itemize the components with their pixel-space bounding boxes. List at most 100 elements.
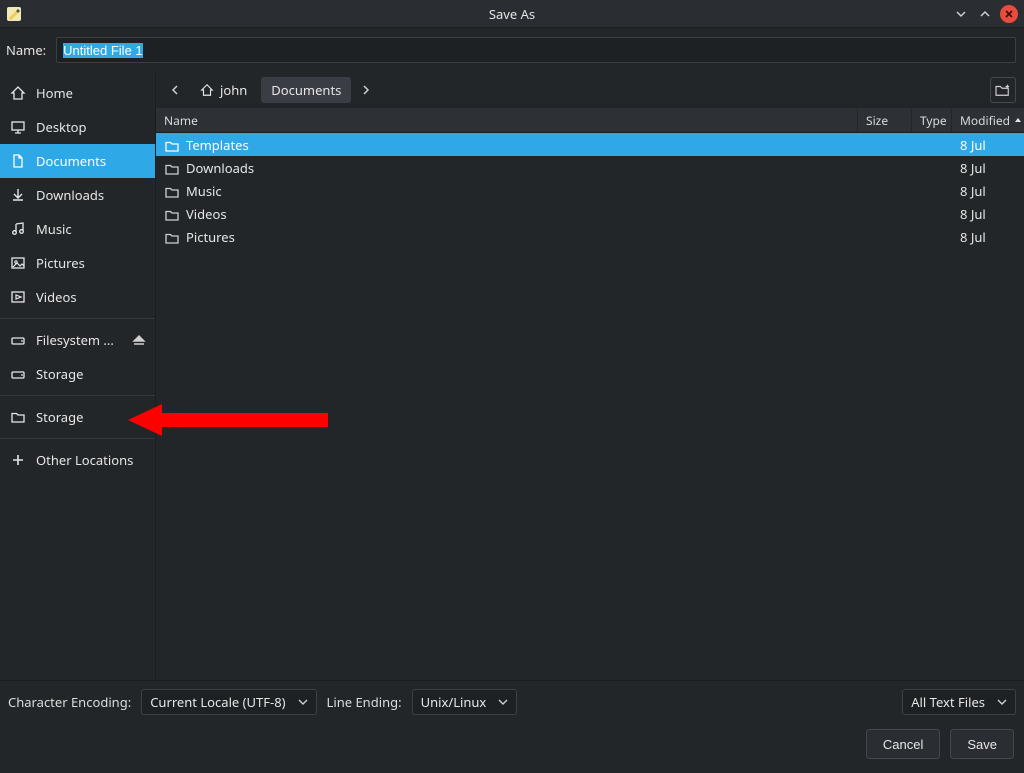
documents-icon: [10, 153, 26, 169]
column-header-type[interactable]: Type: [912, 108, 952, 132]
videos-icon: [10, 289, 26, 305]
sidebar-separator: [0, 438, 155, 439]
file-name-label: Templates: [186, 136, 249, 154]
sidebar-item-other-locations[interactable]: Other Locations: [0, 443, 155, 477]
line-ending-combobox[interactable]: Unix/Linux: [412, 689, 518, 715]
column-header-name[interactable]: Name: [156, 108, 858, 132]
file-list-body[interactable]: Templates8 JulDownloads8 JulMusic8 JulVi…: [156, 132, 1024, 680]
file-list-header: Name Size Type Modified: [156, 108, 1024, 132]
filename-row: Name:: [0, 28, 1024, 72]
dialog-footer: Character Encoding: Current Locale (UTF-…: [0, 680, 1024, 773]
sidebar-item-pictures[interactable]: Pictures: [0, 246, 155, 280]
create-folder-button[interactable]: [990, 77, 1016, 103]
sidebar-item-label: Desktop: [36, 118, 145, 136]
eject-icon[interactable]: [131, 333, 145, 347]
main-area: HomeDesktopDocumentsDownloadsMusicPictur…: [0, 72, 1024, 680]
file-cell-modified: 8 Jul: [952, 159, 1024, 177]
pictures-icon: [10, 255, 26, 271]
file-cell-name: Templates: [156, 136, 858, 154]
sidebar-item-music[interactable]: Music: [0, 212, 155, 246]
folder-icon: [164, 230, 178, 244]
sidebar-item-videos[interactable]: Videos: [0, 280, 155, 314]
filename-label: Name:: [6, 41, 46, 59]
sidebar-item-label: Downloads: [36, 186, 145, 204]
minimize-button[interactable]: [952, 5, 970, 23]
folder-icon: [164, 138, 178, 152]
sidebar-item-storage[interactable]: Storage: [0, 357, 155, 391]
footer-buttons-row: Cancel Save: [0, 723, 1024, 773]
sidebar-item-documents[interactable]: Documents: [0, 144, 155, 178]
cancel-button[interactable]: Cancel: [866, 729, 940, 759]
file-row[interactable]: Templates 8 Jul: [156, 133, 1024, 156]
sidebar-item-label: Documents: [36, 152, 145, 170]
sort-ascending-icon: [1014, 116, 1022, 124]
file-panel: john Documents Name Size Type Modified T: [156, 72, 1024, 680]
filename-input[interactable]: [56, 37, 1016, 63]
file-cell-name: Videos: [156, 205, 858, 223]
footer-options-row: Character Encoding: Current Locale (UTF-…: [0, 681, 1024, 723]
home-icon: [200, 83, 214, 97]
file-row[interactable]: Downloads 8 Jul: [156, 156, 1024, 179]
folder-icon: [164, 207, 178, 221]
sidebar-item-filesystem-[interactable]: Filesystem ...: [0, 323, 155, 357]
sidebar-item-label: Storage: [36, 365, 145, 383]
filetype-filter-combobox[interactable]: All Text Files: [902, 689, 1016, 715]
chevron-down-icon: [498, 698, 508, 706]
breadcrumb-documents[interactable]: Documents: [261, 77, 351, 103]
folder-icon: [10, 409, 26, 425]
line-ending-label: Line Ending:: [327, 693, 402, 711]
column-header-type-label: Type: [920, 112, 947, 129]
chevron-down-icon: [298, 698, 308, 706]
sidebar-item-home[interactable]: Home: [0, 76, 155, 110]
sidebar-item-downloads[interactable]: Downloads: [0, 178, 155, 212]
sidebar-item-label: Pictures: [36, 254, 145, 272]
file-name-label: Pictures: [186, 228, 235, 246]
chevron-down-icon: [997, 698, 1007, 706]
encoding-combobox[interactable]: Current Locale (UTF-8): [141, 689, 316, 715]
sidebar-separator: [0, 318, 155, 319]
breadcrumb-home[interactable]: john: [190, 77, 257, 103]
column-header-size-label: Size: [866, 112, 888, 129]
file-cell-name: Pictures: [156, 228, 858, 246]
file-cell-modified: 8 Jul: [952, 136, 1024, 154]
save-button[interactable]: Save: [950, 729, 1014, 759]
file-row[interactable]: Videos 8 Jul: [156, 202, 1024, 225]
cancel-button-label: Cancel: [883, 737, 923, 752]
downloads-icon: [10, 187, 26, 203]
column-header-name-label: Name: [164, 112, 198, 129]
folder-icon: [164, 161, 178, 175]
title-bar: Save As: [0, 0, 1024, 28]
drive-icon: [10, 366, 26, 382]
path-forward-button[interactable]: [355, 78, 377, 102]
save-button-label: Save: [967, 737, 997, 752]
sidebar-item-label: Videos: [36, 288, 145, 306]
file-cell-modified: 8 Jul: [952, 205, 1024, 223]
filetype-filter-value: All Text Files: [911, 693, 985, 711]
plus-icon: [10, 452, 26, 468]
filename-input-wrap: [56, 37, 1016, 63]
places-sidebar: Home Desktop Documents Downloads Music Pictur…: [0, 72, 156, 680]
path-back-button[interactable]: [164, 78, 186, 102]
file-row[interactable]: Pictures8 Jul: [156, 225, 1024, 248]
sidebar-item-label: Home: [36, 84, 145, 102]
encoding-label: Character Encoding:: [8, 693, 131, 711]
breadcrumb-part-label: Documents: [271, 81, 341, 99]
maximize-button[interactable]: [976, 5, 994, 23]
file-cell-name: Downloads: [156, 159, 858, 177]
desktop-icon: [10, 119, 26, 135]
column-header-modified-label: Modified: [960, 112, 1010, 129]
sidebar-item-label: Filesystem ...: [36, 331, 121, 349]
column-header-modified[interactable]: Modified: [952, 108, 1024, 132]
window-title: Save As: [0, 5, 1024, 23]
column-header-size[interactable]: Size: [858, 108, 912, 132]
pathbar: john Documents: [156, 72, 1024, 108]
breadcrumb-home-label: john: [220, 81, 247, 99]
window-controls: [952, 5, 1024, 23]
sidebar-item-label: Storage: [36, 408, 145, 426]
close-button[interactable]: [1000, 5, 1018, 23]
sidebar-item-label: Other Locations: [36, 451, 145, 469]
sidebar-item-storage[interactable]: Storage: [0, 400, 155, 434]
file-name-label: Downloads: [186, 159, 254, 177]
sidebar-item-desktop[interactable]: Desktop: [0, 110, 155, 144]
file-row[interactable]: Music8 Jul: [156, 179, 1024, 202]
